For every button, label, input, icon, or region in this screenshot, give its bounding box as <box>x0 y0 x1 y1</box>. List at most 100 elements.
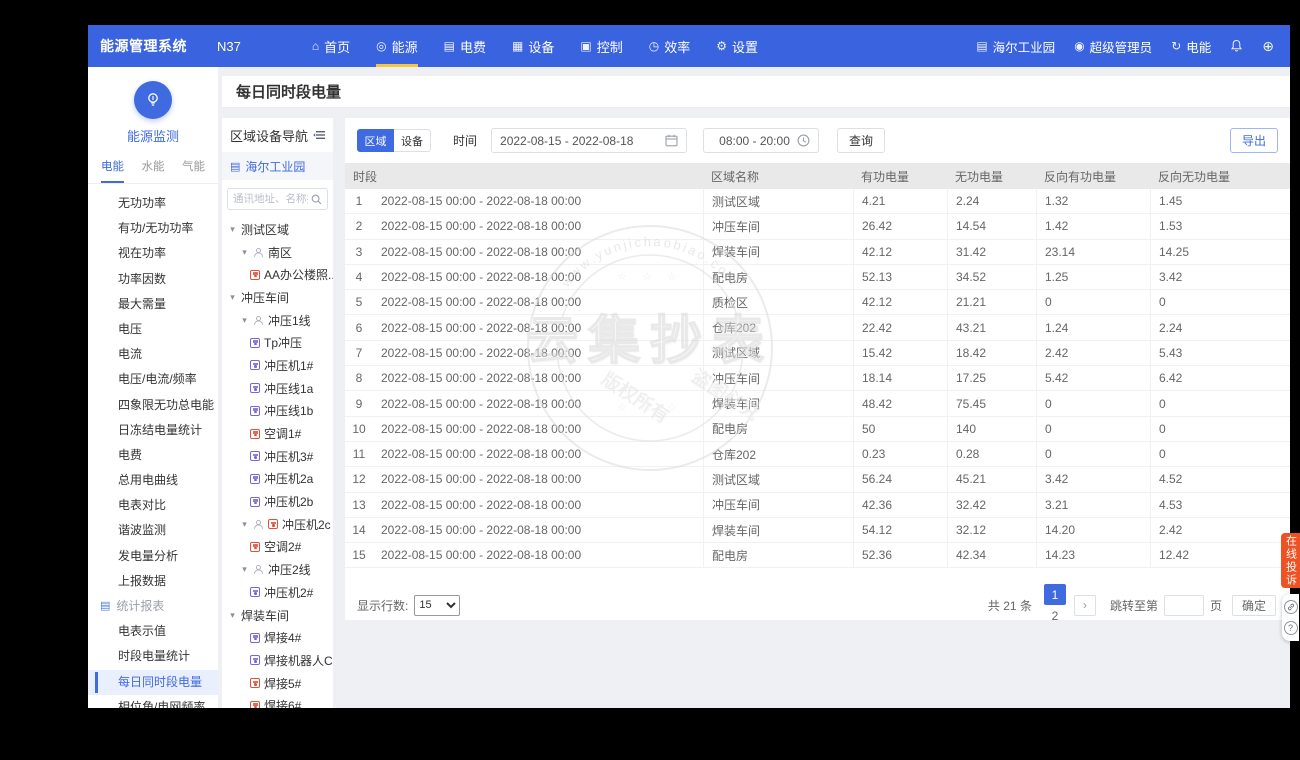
table-row[interactable]: 132022-08-15 00:00 - 2022-08-18 00:00冲压车… <box>345 493 1290 518</box>
table-row[interactable]: 22022-08-15 00:00 - 2022-08-18 00:00冲压车间… <box>345 214 1290 239</box>
table-row[interactable]: 142022-08-15 00:00 - 2022-08-18 00:00焊装车… <box>345 518 1290 543</box>
tree-node-冲压1线[interactable]: ▾冲压1线 <box>222 309 333 332</box>
table-row[interactable]: 12022-08-15 00:00 - 2022-08-18 00:00测试区域… <box>345 189 1290 214</box>
sidebar-item-无功功率[interactable]: 无功功率 <box>88 191 218 216</box>
toggle-区域[interactable]: 区域 <box>357 129 394 152</box>
expand-arrow-icon[interactable]: ▾ <box>228 292 237 303</box>
sidebar-item-发电量分析[interactable]: 发电量分析 <box>88 544 218 569</box>
tree-node-冲压机3#[interactable]: 冲压机3# <box>222 445 333 468</box>
tab-电能[interactable]: 电能 <box>101 158 124 183</box>
tree-node-Tp冲压[interactable]: Tp冲压 <box>222 331 333 354</box>
sidebar-item-电费[interactable]: 电费 <box>88 443 218 468</box>
table-row[interactable]: 52022-08-15 00:00 - 2022-08-18 00:00质检区4… <box>345 290 1290 315</box>
tab-气能[interactable]: 气能 <box>182 158 205 183</box>
energy-monitor-icon[interactable] <box>134 81 172 119</box>
tree-node-冲压机2c[interactable]: ▾冲压机2c <box>222 513 333 536</box>
tree-node-冲压线1a[interactable]: 冲压线1a <box>222 377 333 400</box>
table-row[interactable]: 82022-08-15 00:00 - 2022-08-18 00:00冲压车间… <box>345 366 1290 391</box>
tab-水能[interactable]: 水能 <box>142 158 165 183</box>
jump-page-input[interactable] <box>1164 595 1204 616</box>
tree-search-input[interactable] <box>233 193 308 205</box>
sidebar-item-最大需量[interactable]: 最大需量 <box>88 292 218 317</box>
sidebar-item-上报数据[interactable]: 上报数据 <box>88 569 218 594</box>
tree-node-焊接4#[interactable]: 焊接4# <box>222 626 333 649</box>
nav-item-效率[interactable]: ◷效率 <box>636 25 704 67</box>
sidebar-item-日冻结电量统计[interactable]: 日冻结电量统计 <box>88 418 218 443</box>
language-globe-icon[interactable]: ⊕ <box>1262 38 1274 55</box>
tree-node-焊接6#[interactable]: 焊接6# <box>222 694 333 708</box>
park-selector[interactable]: ▤ 海尔工业园 <box>976 37 1055 56</box>
expand-arrow-icon[interactable]: ▾ <box>240 315 249 326</box>
expand-arrow-icon[interactable]: ▾ <box>228 224 237 235</box>
help-icon[interactable]: ? <box>1284 621 1298 635</box>
sidebar-item-电表对比[interactable]: 电表对比 <box>88 493 218 518</box>
nav-item-能源[interactable]: ◎能源 <box>363 25 431 67</box>
link-icon[interactable] <box>1284 600 1298 614</box>
tree-node-冲压2线[interactable]: ▾冲压2线 <box>222 558 333 581</box>
online-complaint-tab[interactable]: 在线投诉 <box>1281 533 1300 588</box>
sidebar-item-视在功率[interactable]: 视在功率 <box>88 241 218 266</box>
tree-node-冲压机2b[interactable]: 冲压机2b <box>222 490 333 513</box>
module-switcher[interactable]: ↻ 电能 <box>1171 37 1211 56</box>
tree-node-测试区域[interactable]: ▾测试区域 <box>222 218 333 241</box>
nav-item-控制[interactable]: ▣控制 <box>567 25 635 67</box>
sidebar-item-时段电量统计[interactable]: 时段电量统计 <box>88 644 218 669</box>
export-button[interactable]: 导出 <box>1230 128 1278 153</box>
table-row[interactable]: 102022-08-15 00:00 - 2022-08-18 00:00配电房… <box>345 417 1290 442</box>
table-row[interactable]: 92022-08-15 00:00 - 2022-08-18 00:00焊装车间… <box>345 391 1290 416</box>
table-row[interactable]: 152022-08-15 00:00 - 2022-08-18 00:00配电房… <box>345 543 1290 568</box>
page-button-2[interactable]: 2 <box>1044 605 1066 620</box>
sidebar-item-四象限无功总电能[interactable]: 四象限无功总电能 <box>88 393 218 418</box>
tree-node-空调1#[interactable]: 空调1# <box>222 422 333 445</box>
tree-node-焊接机器人C5[interactable]: 焊接机器人C5 <box>222 649 333 672</box>
sidebar-section-统计报表[interactable]: ▤统计报表 <box>88 594 218 619</box>
search-icon[interactable] <box>311 194 322 205</box>
sidebar-item-总用电曲线[interactable]: 总用电曲线 <box>88 468 218 493</box>
next-page-button[interactable]: › <box>1074 595 1096 616</box>
tree-node-空调2#[interactable]: 空调2# <box>222 536 333 559</box>
confirm-jump-button[interactable]: 确定 <box>1232 595 1276 616</box>
sidebar-item-谐波监测[interactable]: 谐波监测 <box>88 518 218 543</box>
tree-node-冲压车间[interactable]: ▾冲压车间 <box>222 286 333 309</box>
sidebar-item-有功/无功功率[interactable]: 有功/无功功率 <box>88 216 218 241</box>
tree-node-南区[interactable]: ▾南区 <box>222 241 333 264</box>
tree-node-AA办公楼照...[interactable]: AA办公楼照... <box>222 263 333 286</box>
table-row[interactable]: 32022-08-15 00:00 - 2022-08-18 00:00焊装车间… <box>345 240 1290 265</box>
sidebar-item-电表示值[interactable]: 电表示值 <box>88 619 218 644</box>
sidebar-item-相位角/电网频率[interactable]: 相位角/电网频率 <box>88 695 218 708</box>
rows-per-page-select[interactable]: 15 <box>414 595 460 616</box>
table-row[interactable]: 42022-08-15 00:00 - 2022-08-18 00:00配电房5… <box>345 265 1290 290</box>
nav-item-电费[interactable]: ▤电费 <box>431 25 499 67</box>
expand-arrow-icon[interactable]: ▾ <box>240 247 249 258</box>
sidebar-item-电流[interactable]: 电流 <box>88 342 218 367</box>
tree-node-冲压机1#[interactable]: 冲压机1# <box>222 354 333 377</box>
user-menu[interactable]: ◉ 超级管理员 <box>1074 37 1152 56</box>
nav-item-设置[interactable]: ⚙设置 <box>703 25 771 67</box>
tree-node-冲压机2#[interactable]: 冲压机2# <box>222 581 333 604</box>
expand-arrow-icon[interactable]: ▾ <box>240 564 249 575</box>
tree-node-冲压线1b[interactable]: 冲压线1b <box>222 400 333 423</box>
tree-node-冲压机2a[interactable]: 冲压机2a <box>222 468 333 491</box>
notification-bell-icon[interactable] <box>1230 39 1243 53</box>
toggle-设备[interactable]: 设备 <box>394 129 431 152</box>
sidebar-item-功率因数[interactable]: 功率因数 <box>88 267 218 292</box>
tree-node-焊装车间[interactable]: ▾焊装车间 <box>222 604 333 627</box>
nav-item-设备[interactable]: ▦设备 <box>499 25 567 67</box>
query-button[interactable]: 查询 <box>837 128 885 153</box>
nav-item-首页[interactable]: ⌂首页 <box>299 25 363 67</box>
date-range-picker[interactable]: 2022-08-15 - 2022-08-18 <box>491 128 687 153</box>
table-row[interactable]: 72022-08-15 00:00 - 2022-08-18 00:00测试区域… <box>345 341 1290 366</box>
table-row[interactable]: 122022-08-15 00:00 - 2022-08-18 00:00测试区… <box>345 467 1290 492</box>
table-row[interactable]: 62022-08-15 00:00 - 2022-08-18 00:00仓库20… <box>345 315 1290 340</box>
table-row[interactable]: 112022-08-15 00:00 - 2022-08-18 00:00仓库2… <box>345 442 1290 467</box>
page-button-1[interactable]: 1 <box>1044 584 1066 605</box>
expand-arrow-icon[interactable]: ▾ <box>240 519 249 530</box>
sidebar-item-电压/电流/频率[interactable]: 电压/电流/频率 <box>88 367 218 392</box>
sidebar-item-电压[interactable]: 电压 <box>88 317 218 342</box>
tree-node-焊接5#[interactable]: 焊接5# <box>222 672 333 695</box>
tree-root-park[interactable]: ▤ 海尔工业园 <box>222 152 333 180</box>
sidebar-item-每日同时段电量[interactable]: 每日同时段电量 <box>88 670 218 695</box>
expand-arrow-icon[interactable]: ▾ <box>228 610 237 621</box>
collapse-panel-icon[interactable] <box>313 128 325 143</box>
time-range-picker[interactable]: 08:00 - 20:00 <box>703 128 819 153</box>
